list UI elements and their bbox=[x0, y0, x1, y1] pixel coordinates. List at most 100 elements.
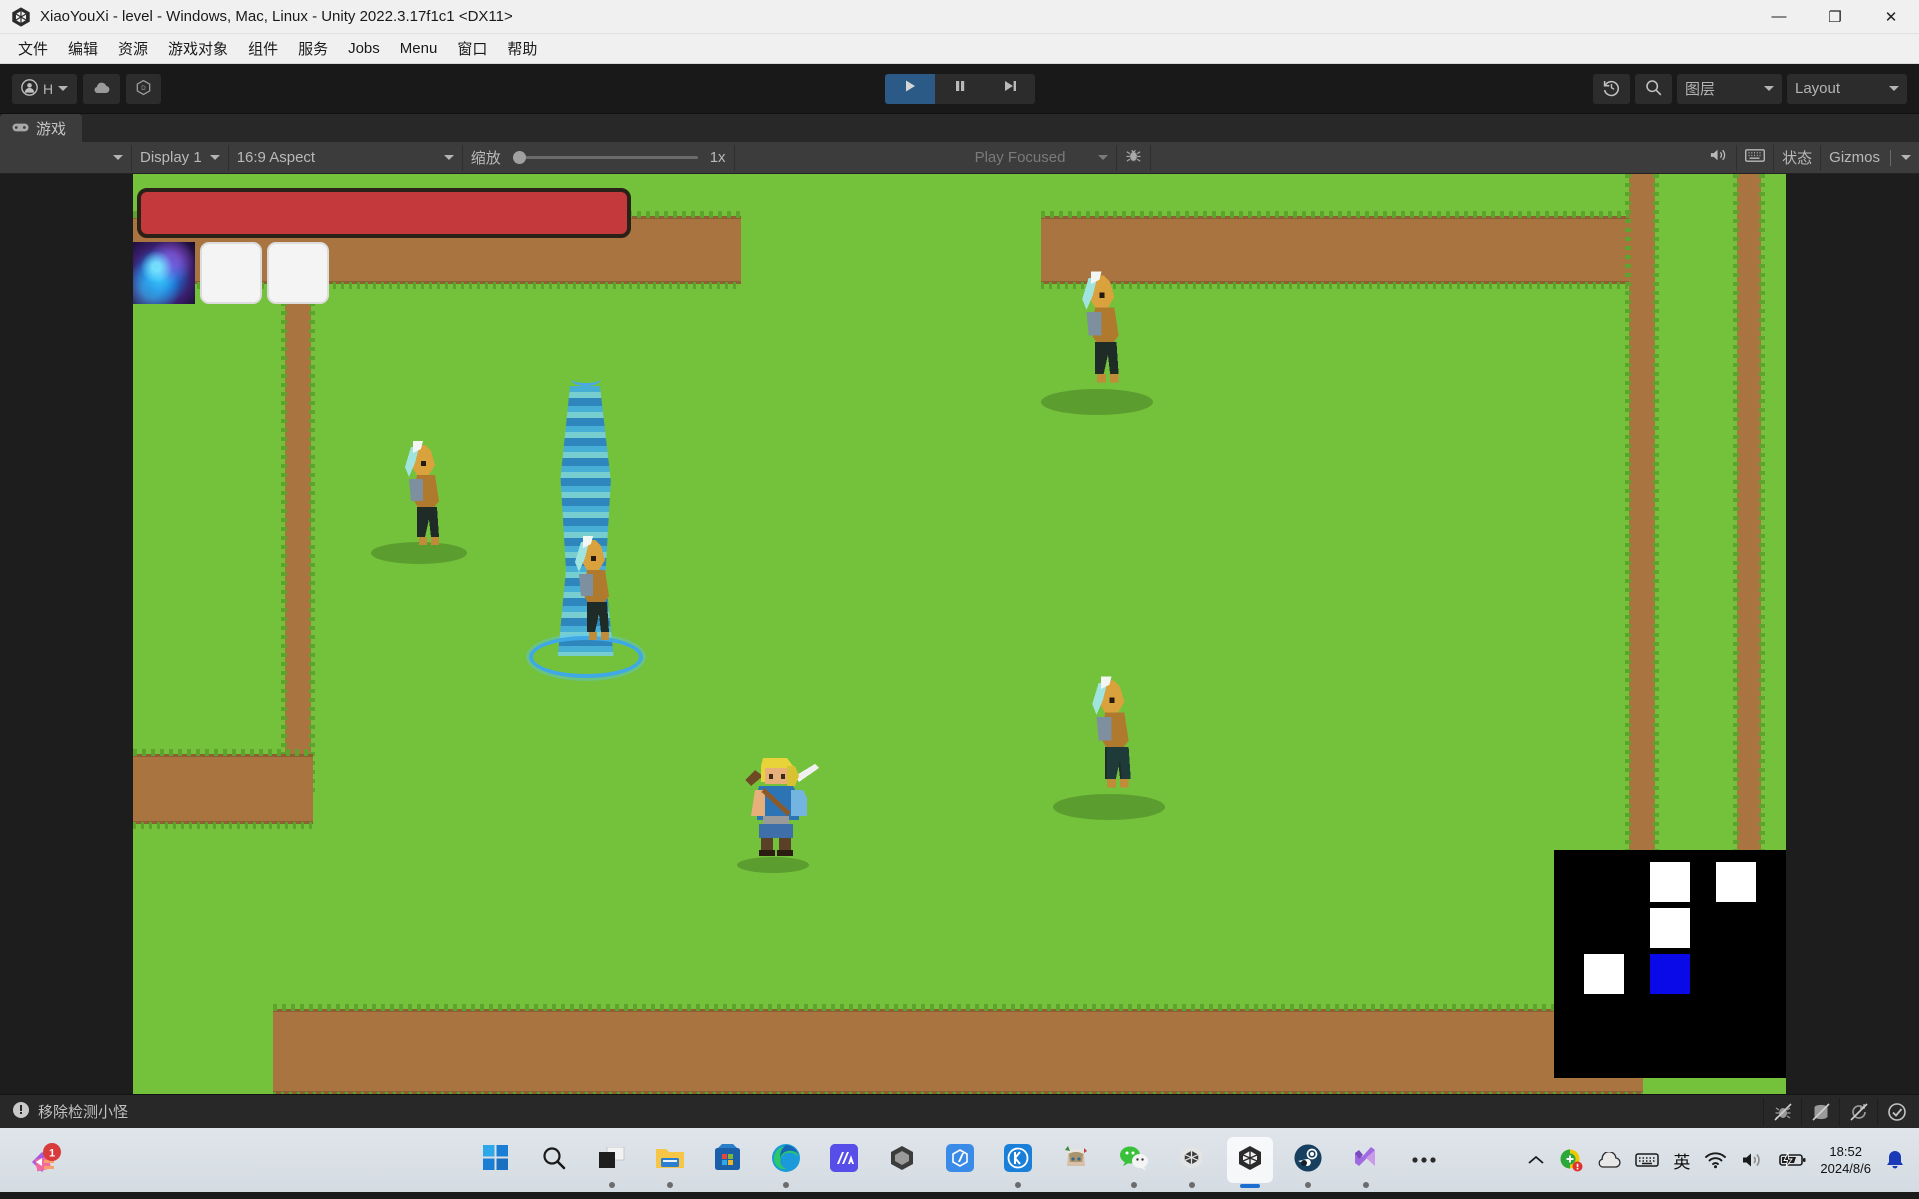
maximize-button[interactable]: ❐ bbox=[1807, 0, 1863, 34]
aspect-dropdown[interactable]: 16:9 Aspect bbox=[229, 144, 463, 171]
shadow-enemy-4 bbox=[1053, 794, 1165, 820]
app-blue-hex[interactable] bbox=[937, 1137, 983, 1183]
health-bar bbox=[137, 188, 631, 238]
cloud-button[interactable] bbox=[83, 73, 121, 104]
play-mode-dropdown[interactable]: Play Focused bbox=[967, 144, 1117, 171]
stats-button[interactable]: 状态 bbox=[1774, 144, 1822, 171]
menu-help[interactable]: 帮助 bbox=[497, 34, 547, 63]
security-shield-icon[interactable] bbox=[1559, 1148, 1583, 1172]
check-ok-icon[interactable] bbox=[1877, 1097, 1915, 1126]
pause-button[interactable] bbox=[934, 73, 985, 104]
visual-studio-icon bbox=[1352, 1144, 1380, 1177]
overflow-button[interactable] bbox=[1401, 1137, 1447, 1183]
cloud-icon[interactable] bbox=[1597, 1151, 1622, 1169]
window-title: XiaoYouXi - level - Windows, Mac, Linux … bbox=[40, 8, 513, 25]
panel-tab-row: 游戏 bbox=[0, 114, 1919, 142]
display-dropdown[interactable]: Display 1 bbox=[132, 144, 229, 171]
layers-dropdown[interactable]: 图层 bbox=[1677, 73, 1782, 104]
close-button[interactable]: ✕ bbox=[1863, 0, 1919, 34]
cache-off-icon[interactable] bbox=[1801, 1097, 1839, 1126]
enemy-goblin-2[interactable] bbox=[571, 534, 629, 644]
start-button[interactable] bbox=[473, 1137, 519, 1183]
steam[interactable] bbox=[1285, 1137, 1331, 1188]
search-button[interactable] bbox=[1635, 73, 1672, 104]
skill-slot-empty-1[interactable] bbox=[200, 242, 262, 304]
chevron-up-icon[interactable] bbox=[1527, 1154, 1545, 1166]
app-blue-ia[interactable] bbox=[821, 1137, 867, 1183]
gizmos-dropdown[interactable]: Gizmos bbox=[1821, 145, 1919, 171]
auto-refresh-off-icon[interactable] bbox=[1839, 1097, 1877, 1126]
menu-menu[interactable]: Menu bbox=[390, 36, 448, 61]
scale-slider-group[interactable]: 缩放 1x bbox=[463, 144, 735, 171]
step-button[interactable] bbox=[984, 73, 1035, 104]
user-account-icon bbox=[21, 78, 38, 99]
steam-icon bbox=[1294, 1144, 1322, 1177]
tab-game[interactable]: 游戏 bbox=[0, 114, 83, 142]
visual-studio[interactable] bbox=[1343, 1137, 1389, 1188]
scale-slider-track[interactable] bbox=[512, 151, 698, 164]
skill-slot-empty-2[interactable] bbox=[267, 242, 329, 304]
debug-button[interactable] bbox=[1117, 144, 1151, 171]
store-icon bbox=[714, 1144, 741, 1176]
chevron-down-icon bbox=[113, 155, 123, 160]
menu-component[interactable]: 组件 bbox=[238, 34, 288, 63]
folder-icon bbox=[655, 1145, 685, 1176]
minimap[interactable] bbox=[1554, 850, 1786, 1078]
unity-hub[interactable] bbox=[879, 1137, 925, 1183]
battery-charging-icon[interactable] bbox=[1779, 1152, 1806, 1168]
volume-icon[interactable] bbox=[1741, 1151, 1765, 1169]
unity-editor-2[interactable] bbox=[1169, 1137, 1215, 1188]
search-icon bbox=[541, 1145, 567, 1176]
game-view[interactable] bbox=[0, 174, 1919, 1094]
microsoft-store[interactable] bbox=[705, 1137, 751, 1183]
status-message-group[interactable]: 移除检测小怪 bbox=[4, 1101, 128, 1123]
active-indicator bbox=[1239, 1184, 1260, 1188]
kugou-app[interactable] bbox=[995, 1137, 1041, 1188]
info-exclamation-icon bbox=[12, 1101, 30, 1123]
chevron-down-icon bbox=[443, 155, 454, 160]
taskbar-clock[interactable]: 18:52 2024/8/6 bbox=[1820, 1143, 1871, 1177]
mute-audio-button[interactable] bbox=[1701, 144, 1738, 171]
skill-slot-spirit[interactable] bbox=[133, 242, 195, 304]
undo-history-button[interactable] bbox=[1593, 73, 1630, 104]
wechat[interactable] bbox=[1111, 1137, 1157, 1188]
play-button[interactable] bbox=[884, 73, 935, 104]
windows-logo-icon bbox=[482, 1144, 509, 1176]
unity-editor-active[interactable] bbox=[1226, 1137, 1273, 1188]
ime-indicator[interactable]: 英 bbox=[1673, 1148, 1690, 1173]
player-hero[interactable] bbox=[733, 746, 821, 858]
microsoft-edge[interactable] bbox=[763, 1137, 809, 1188]
scale-slider-knob[interactable] bbox=[512, 151, 526, 164]
wifi-icon[interactable] bbox=[1704, 1151, 1727, 1169]
feedback-app-icon[interactable]: 1 bbox=[22, 1140, 62, 1180]
enemy-goblin-3[interactable] bbox=[1078, 269, 1140, 387]
edge-icon bbox=[771, 1143, 801, 1178]
services-button[interactable]: D bbox=[126, 73, 162, 104]
menu-window[interactable]: 窗口 bbox=[447, 34, 497, 63]
menu-services[interactable]: 服务 bbox=[288, 34, 338, 63]
clock-date: 2024/8/6 bbox=[1820, 1161, 1871, 1176]
stats-grid-button[interactable] bbox=[1737, 144, 1775, 171]
search-button[interactable] bbox=[531, 1137, 577, 1183]
account-button[interactable]: H bbox=[12, 73, 78, 104]
debug-off-icon[interactable] bbox=[1763, 1097, 1801, 1126]
game-app[interactable] bbox=[1053, 1137, 1099, 1183]
layout-dropdown[interactable]: Layout bbox=[1787, 73, 1907, 104]
keyboard-grid-icon bbox=[1745, 148, 1766, 168]
minimap-blip-enemy bbox=[1716, 862, 1756, 902]
game-canvas[interactable] bbox=[133, 174, 1786, 1094]
file-explorer[interactable] bbox=[647, 1137, 693, 1188]
menu-edit[interactable]: 编辑 bbox=[58, 34, 108, 63]
menu-jobs[interactable]: Jobs bbox=[338, 36, 390, 61]
enemy-goblin-1[interactable] bbox=[401, 439, 459, 549]
dirt-path-right-vertical bbox=[1625, 174, 1659, 964]
task-view-button[interactable] bbox=[589, 1137, 635, 1188]
menu-assets[interactable]: 资源 bbox=[108, 34, 158, 63]
menu-file[interactable]: 文件 bbox=[8, 34, 58, 63]
target-display-dropdown[interactable] bbox=[0, 144, 132, 171]
enemy-goblin-4[interactable] bbox=[1088, 674, 1150, 792]
keyboard-icon[interactable] bbox=[1635, 1151, 1660, 1169]
notification-bell-icon[interactable] bbox=[1885, 1149, 1905, 1171]
minimize-button[interactable]: — bbox=[1751, 0, 1807, 34]
menu-gameobject[interactable]: 游戏对象 bbox=[158, 34, 238, 63]
